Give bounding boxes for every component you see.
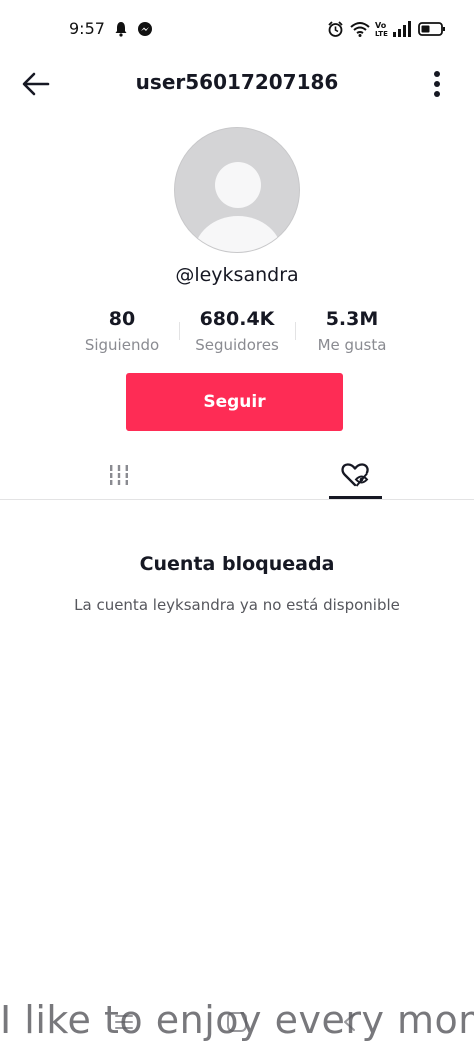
default-avatar-icon [194, 162, 282, 252]
stat-followers[interactable]: 680.4K Seguidores [177, 306, 297, 354]
overlay-caption: I like to enjoy every mom [0, 998, 474, 1042]
stat-likes[interactable]: 5.3M Me gusta [292, 306, 412, 354]
follow-button[interactable]: Seguir [126, 373, 343, 431]
liked-hidden-icon [340, 463, 369, 487]
avatar [174, 127, 300, 253]
svg-text:LTE: LTE [375, 30, 388, 38]
notification-bell-icon [115, 22, 127, 37]
tab-videos[interactable] [92, 450, 145, 500]
signal-icon [393, 21, 411, 37]
messenger-icon [138, 22, 152, 36]
status-bar: 9:57 Vo LTE [0, 0, 474, 60]
top-nav: user56017207186 [0, 60, 474, 108]
videos-grid-icon [109, 465, 128, 485]
svg-text:Vo: Vo [375, 21, 387, 30]
profile-username: @leyksandra [175, 264, 299, 286]
volte-icon: Vo LTE [375, 21, 388, 38]
stat-following-value: 80 [108, 308, 136, 330]
stat-likes-value: 5.3M [325, 308, 379, 330]
stat-followers-value: 680.4K [199, 308, 275, 330]
stat-likes-label: Me gusta [317, 336, 387, 354]
stat-following-label: Siguiendo [84, 336, 160, 354]
alarm-icon [328, 21, 343, 37]
more-vertical-icon [434, 71, 440, 97]
tab-liked[interactable] [329, 450, 382, 500]
blocked-message: La cuenta leyksandra ya no está disponib… [74, 596, 400, 614]
page-title: user56017207186 [135, 70, 339, 94]
status-time: 9:57 [69, 19, 105, 38]
stat-followers-label: Seguidores [195, 336, 279, 354]
wifi-icon [350, 22, 370, 37]
battery-icon [418, 22, 445, 36]
active-tab-indicator [329, 496, 382, 499]
more-options-button[interactable] [424, 66, 450, 102]
stat-following[interactable]: 80 Siguiendo [62, 306, 182, 354]
profile-tabs [0, 450, 474, 500]
blocked-title: Cuenta bloqueada [139, 553, 335, 575]
